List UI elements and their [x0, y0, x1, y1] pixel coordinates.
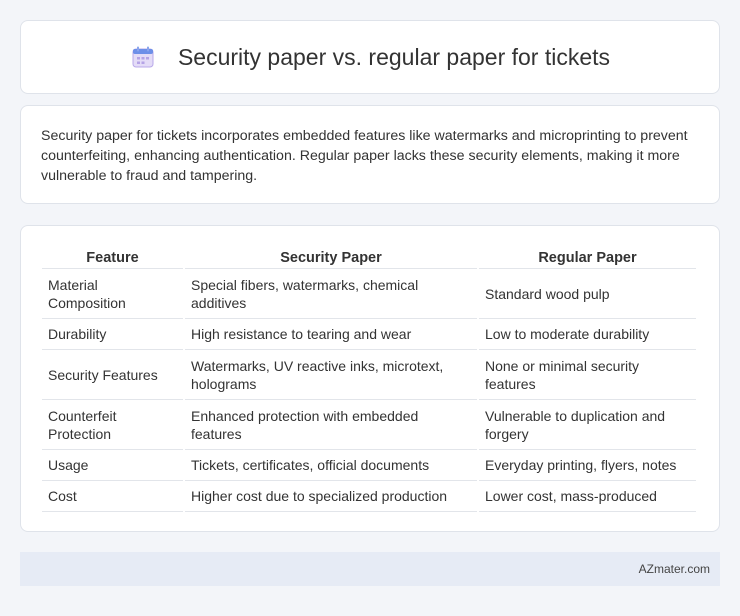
- table-row: Durability High resistance to tearing an…: [42, 319, 696, 350]
- footer-site-label: AZmater.com: [638, 562, 710, 576]
- regular-paper-cell: Vulnerable to duplication and forgery: [479, 400, 696, 450]
- table-row: Security Features Watermarks, UV reactiv…: [42, 350, 696, 400]
- regular-paper-cell: Lower cost, mass-produced: [479, 481, 696, 512]
- summary-card: Security paper for tickets incorporates …: [20, 105, 720, 204]
- comparison-table: Feature Security Paper Regular Paper Mat…: [40, 247, 698, 512]
- regular-paper-cell: Low to moderate durability: [479, 319, 696, 350]
- regular-paper-cell: None or minimal security features: [479, 350, 696, 400]
- feature-cell: Material Composition: [42, 269, 183, 319]
- page-title: Security paper vs. regular paper for tic…: [177, 43, 611, 70]
- regular-paper-cell: Everyday printing, flyers, notes: [479, 450, 696, 481]
- comparison-card: Feature Security Paper Regular Paper Mat…: [20, 225, 720, 532]
- security-paper-cell: Watermarks, UV reactive inks, microtext,…: [185, 350, 477, 400]
- security-paper-cell: High resistance to tearing and wear: [185, 319, 477, 350]
- security-paper-cell: Tickets, certificates, official document…: [185, 450, 477, 481]
- table-row: Material Composition Special fibers, wat…: [42, 269, 696, 319]
- title-card: Security paper vs. regular paper for tic…: [20, 20, 720, 94]
- table-row: Cost Higher cost due to specialized prod…: [42, 481, 696, 512]
- table-header-row: Feature Security Paper Regular Paper: [42, 247, 696, 269]
- footer-bar: AZmater.com: [20, 552, 720, 586]
- regular-paper-cell: Standard wood pulp: [479, 269, 696, 319]
- column-header-regular-paper: Regular Paper: [479, 247, 696, 269]
- calendar-icon: [130, 44, 156, 70]
- table-row: Counterfeit Protection Enhanced protecti…: [42, 400, 696, 450]
- security-paper-cell: Enhanced protection with embedded featur…: [185, 400, 477, 450]
- feature-cell: Cost: [42, 481, 183, 512]
- table-row: Usage Tickets, certificates, official do…: [42, 450, 696, 481]
- feature-cell: Counterfeit Protection: [42, 400, 183, 450]
- column-header-security-paper: Security Paper: [185, 247, 477, 269]
- summary-text: Security paper for tickets incorporates …: [41, 128, 688, 184]
- security-paper-cell: Higher cost due to specialized productio…: [185, 481, 477, 512]
- feature-cell: Security Features: [42, 350, 183, 400]
- feature-cell: Usage: [42, 450, 183, 481]
- column-header-feature: Feature: [42, 247, 183, 269]
- feature-cell: Durability: [42, 319, 183, 350]
- security-paper-cell: Special fibers, watermarks, chemical add…: [185, 269, 477, 319]
